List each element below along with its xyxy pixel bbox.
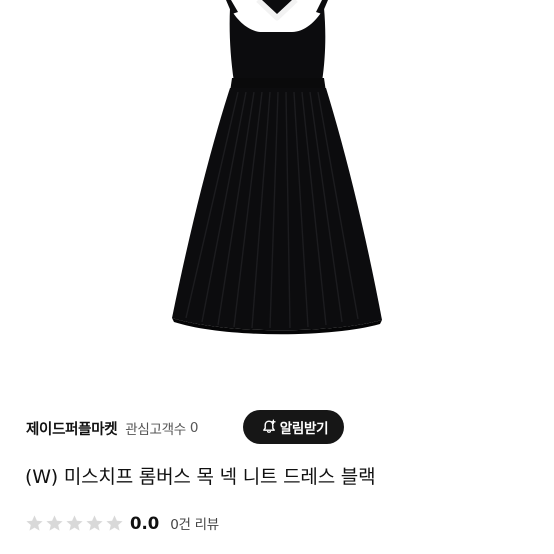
notify-button-label: 알림받기 [279, 421, 329, 437]
rating-value: 0.0 [130, 513, 160, 533]
favorites-label: 관심고객수 [125, 422, 186, 438]
dress-illustration [172, 0, 382, 335]
notify-button[interactable]: 알림받기 [243, 410, 344, 444]
product-title: (W) 미스치프 롬버스 목 넥 니트 드레스 블랙 [25, 466, 376, 488]
star-icon [66, 514, 83, 531]
seller-name[interactable]: 제이드퍼플마켓 [26, 418, 118, 439]
star-icon [86, 514, 103, 531]
review-count-link[interactable]: 0건 리뷰 [170, 513, 219, 533]
rating-row: 0.0 0건 리뷰 [25, 511, 219, 535]
star-icon [46, 514, 63, 531]
star-icon [26, 514, 43, 531]
star-icon [106, 514, 123, 531]
bell-plus-icon [261, 419, 277, 435]
star-rating [25, 514, 125, 533]
favorites-count: 0 [189, 420, 199, 436]
product-detail-page: 제이드퍼플마켓 관심고객수 0 알림받기 (W) 미스치프 롬버스 목 넥 니트… [0, 0, 554, 554]
product-image[interactable] [0, 0, 554, 395]
seller-info: 제이드퍼플마켓 관심고객수 0 [26, 410, 198, 446]
